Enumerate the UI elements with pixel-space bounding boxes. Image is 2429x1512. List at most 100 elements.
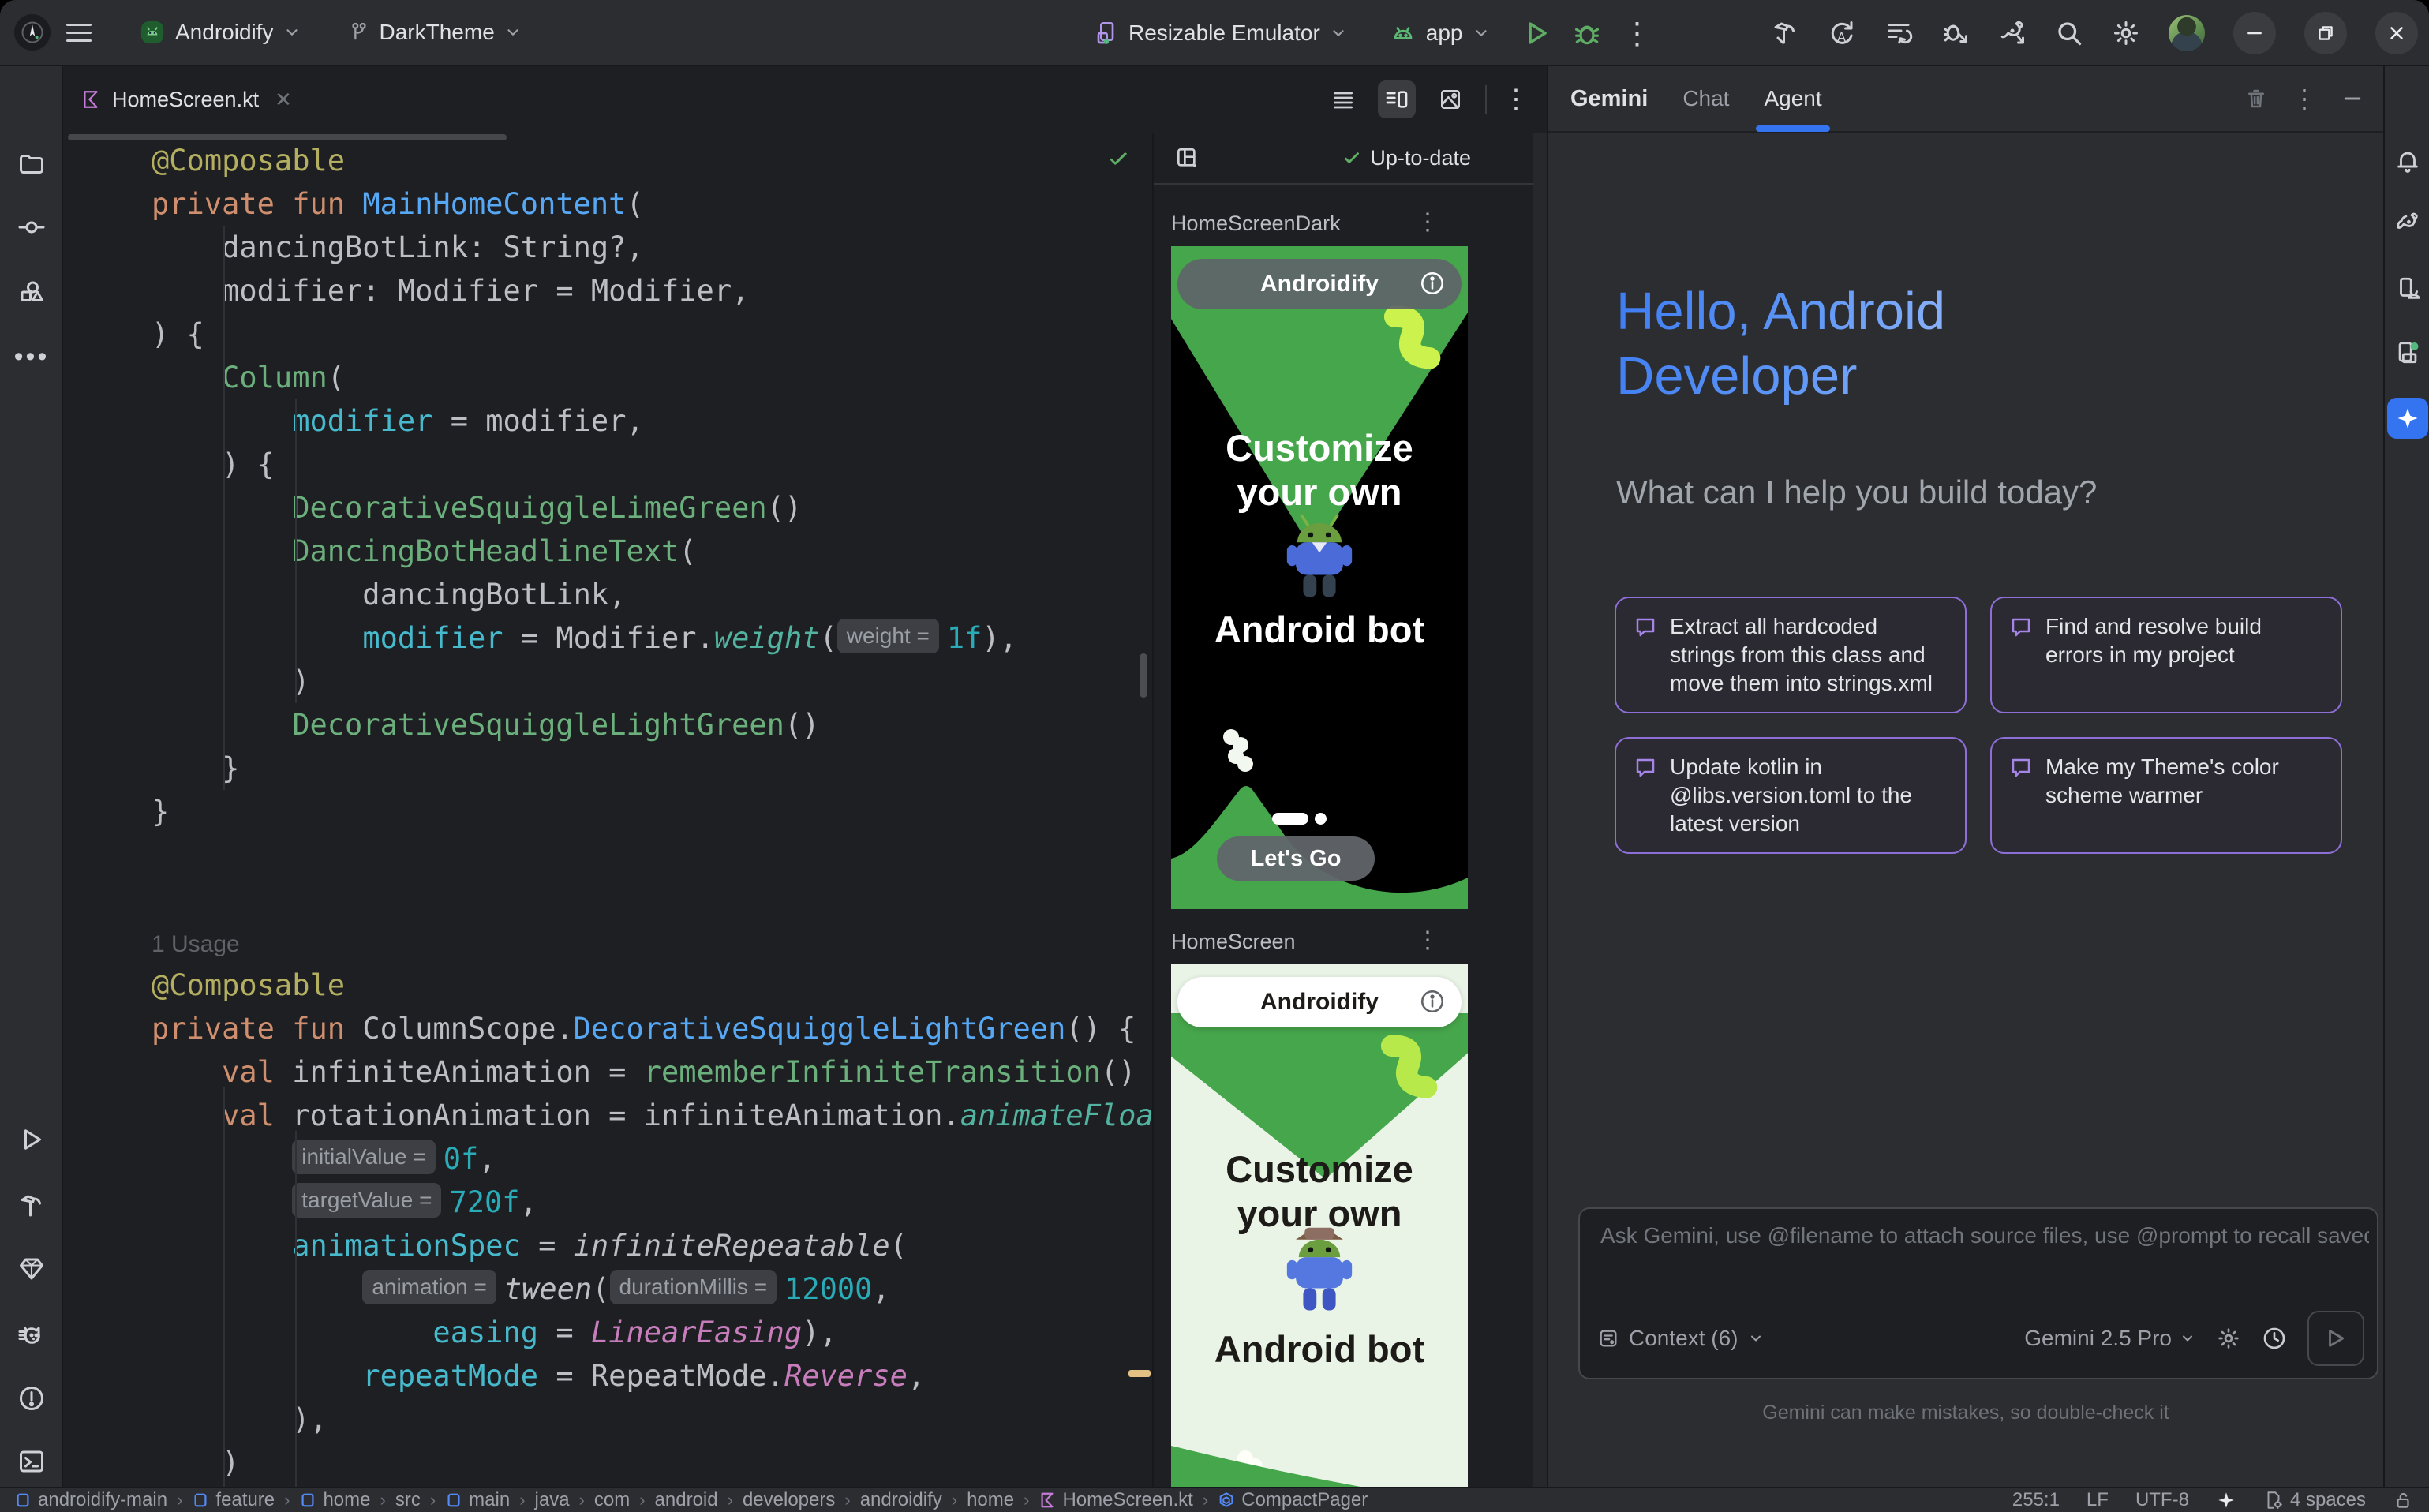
inspections-ok-icon[interactable]	[1106, 147, 1130, 170]
line-ending[interactable]: LF	[2087, 1489, 2109, 1511]
info-icon[interactable]	[1419, 270, 1446, 297]
suggestion-card-4[interactable]: Make my Theme's color scheme warmer	[1990, 737, 2342, 854]
code-line[interactable]: modifier: Modifier = Modifier,	[152, 269, 1152, 313]
code-line[interactable]: }	[152, 747, 1152, 790]
code-line[interactable]: easing = LinearEasing),	[152, 1311, 1152, 1354]
info-icon[interactable]	[1419, 988, 1446, 1015]
gemini-options-icon[interactable]: ⋮	[2292, 84, 2317, 114]
build-tool-icon[interactable]	[9, 1184, 54, 1228]
code-line[interactable]: initialValue =0f,	[152, 1137, 1152, 1181]
search-everywhere-icon[interactable]	[2055, 19, 2083, 47]
prompt-settings-icon[interactable]	[2216, 1326, 2241, 1351]
code-line[interactable]: }	[152, 790, 1152, 833]
window-close-button[interactable]	[2375, 12, 2418, 54]
apply-changes-icon[interactable]: A	[1828, 19, 1856, 47]
code-line[interactable]: 1 Usage	[152, 920, 1152, 964]
device-manager-icon[interactable]	[2389, 270, 2427, 308]
gemini-tool-icon[interactable]	[2387, 398, 2428, 439]
code-view-button[interactable]	[1324, 80, 1362, 118]
code-line[interactable]: ) {	[152, 443, 1152, 486]
code-line[interactable]: modifier = Modifier.weight(weight =1f),	[152, 616, 1152, 660]
problems-tool-icon[interactable]	[9, 1376, 54, 1420]
preview-light-menu-icon[interactable]: ⋮	[1416, 926, 1439, 954]
code-line[interactable]	[152, 877, 1152, 920]
project-selector[interactable]: Androidify	[128, 13, 312, 52]
commit-tool-icon[interactable]	[9, 205, 54, 249]
code-line[interactable]: Column(	[152, 356, 1152, 399]
editor-vertical-scrollbar[interactable]	[1140, 653, 1147, 698]
code-line[interactable]: @Composable	[152, 964, 1152, 1007]
code-line[interactable]: DecorativeSquiggleLightGreen()	[152, 703, 1152, 747]
gemini-prompt-input[interactable]: Ask Gemini, use @filename to attach sour…	[1578, 1207, 2378, 1379]
preview-scrollbar[interactable]	[1533, 133, 1547, 1487]
run-tool-icon[interactable]	[9, 1117, 54, 1162]
code-line[interactable]: animationSpec = infiniteRepeatable(	[152, 1224, 1152, 1267]
caret-position[interactable]: 255:1	[2012, 1489, 2060, 1511]
suggestion-card-1[interactable]: Extract all hardcoded strings from this …	[1615, 597, 1967, 713]
code-line[interactable]	[152, 833, 1152, 877]
tab-agent[interactable]: Agent	[1764, 65, 1821, 132]
send-button[interactable]	[2307, 1311, 2364, 1366]
code-line[interactable]: ) {	[152, 313, 1152, 356]
notifications-bell-icon[interactable]	[2389, 142, 2427, 180]
settings-gear-icon[interactable]	[2112, 19, 2140, 47]
code-line[interactable]: )	[152, 1441, 1152, 1484]
preview-homescreendark[interactable]: Androidify Customize your own Android bo…	[1171, 246, 1468, 909]
apply-code-changes-icon[interactable]	[1884, 19, 1913, 47]
user-avatar[interactable]	[2169, 15, 2205, 51]
code-line[interactable]: val infiniteAnimation = rememberInfinite…	[152, 1050, 1152, 1094]
split-view-button[interactable]	[1378, 80, 1416, 118]
lock-icon[interactable]	[2393, 1490, 2413, 1510]
code-line[interactable]: repeatMode = RepeatMode.Reverse,	[152, 1354, 1152, 1398]
code-editor[interactable]: @Composableprivate fun MainHomeContent( …	[63, 133, 1152, 1487]
terminal-tool-icon[interactable]	[9, 1439, 54, 1484]
more-actions-icon[interactable]: ⋮	[1622, 16, 1652, 51]
gradle-sync-icon[interactable]	[1998, 19, 2027, 47]
breadcrumb-item[interactable]: androidify	[860, 1489, 942, 1511]
code-line[interactable]: ),	[152, 1398, 1152, 1441]
main-menu-icon[interactable]	[62, 24, 96, 42]
preview-layout-icon[interactable]	[1174, 145, 1200, 170]
code-line[interactable]: animation =tween(durationMillis =12000,	[152, 1267, 1152, 1311]
code-line[interactable]: DancingBotHeadlineText(	[152, 530, 1152, 573]
breadcrumb[interactable]: androidify-main›feature›home›src›main›ja…	[0, 1489, 1368, 1511]
breadcrumb-item[interactable]: CompactPager	[1218, 1489, 1368, 1511]
run-button[interactable]	[1521, 18, 1551, 48]
code-line[interactable]: targetValue =720f,	[152, 1181, 1152, 1224]
code-line[interactable]: private fun MainHomeContent(	[152, 182, 1152, 226]
profiler-icon[interactable]	[9, 1313, 54, 1357]
project-tool-icon[interactable]	[9, 142, 54, 186]
window-minimize-button[interactable]	[2233, 12, 2276, 54]
design-view-button[interactable]	[1432, 80, 1469, 118]
lets-go-button[interactable]: Let's Go	[1217, 836, 1375, 881]
editor-options-icon[interactable]: ⋮	[1503, 84, 1529, 115]
breadcrumb-item[interactable]: home	[967, 1489, 1014, 1511]
hide-panel-icon[interactable]	[2341, 87, 2364, 110]
suggestion-card-3[interactable]: Update kotlin in @libs.version.toml to t…	[1615, 737, 1967, 854]
code-line[interactable]: dancingBotLink: String?,	[152, 226, 1152, 269]
breadcrumb-item[interactable]: com	[594, 1489, 630, 1511]
code-line[interactable]: dancingBotLink,	[152, 573, 1152, 616]
code-line[interactable]: @Composable	[152, 139, 1152, 182]
breadcrumb-item[interactable]: java	[535, 1489, 570, 1511]
ai-star-icon[interactable]	[2216, 1490, 2236, 1510]
vcs-branch-selector[interactable]: DarkTheme	[337, 13, 533, 51]
breadcrumb-item[interactable]: feature	[192, 1489, 275, 1511]
resource-manager-icon[interactable]	[9, 270, 54, 314]
breadcrumb-item[interactable]: main	[445, 1489, 510, 1511]
code-line[interactable]: )	[152, 660, 1152, 703]
preview-homescreen[interactable]: Androidify Customize your own Android bo…	[1171, 964, 1468, 1487]
breadcrumb-item[interactable]: developers	[743, 1489, 835, 1511]
build-hammer-icon[interactable]	[1771, 19, 1799, 47]
breadcrumb-item[interactable]: src	[395, 1489, 421, 1511]
gradle-tool-icon[interactable]	[2389, 205, 2427, 243]
suggestion-card-2[interactable]: Find and resolve build errors in my proj…	[1990, 597, 2342, 713]
breadcrumb-item[interactable]: android	[655, 1489, 718, 1511]
breadcrumb-item[interactable]: HomeScreen.kt	[1039, 1489, 1192, 1511]
device-selector[interactable]: Resizable Emulator	[1083, 14, 1358, 52]
history-icon[interactable]	[2262, 1326, 2287, 1351]
window-restore-button[interactable]	[2304, 12, 2347, 54]
running-devices-icon[interactable]	[2389, 333, 2427, 371]
code-line[interactable]: DecorativeSquiggleLimeGreen()	[152, 486, 1152, 530]
model-selector[interactable]: Gemini 2.5 Pro	[2024, 1326, 2195, 1351]
